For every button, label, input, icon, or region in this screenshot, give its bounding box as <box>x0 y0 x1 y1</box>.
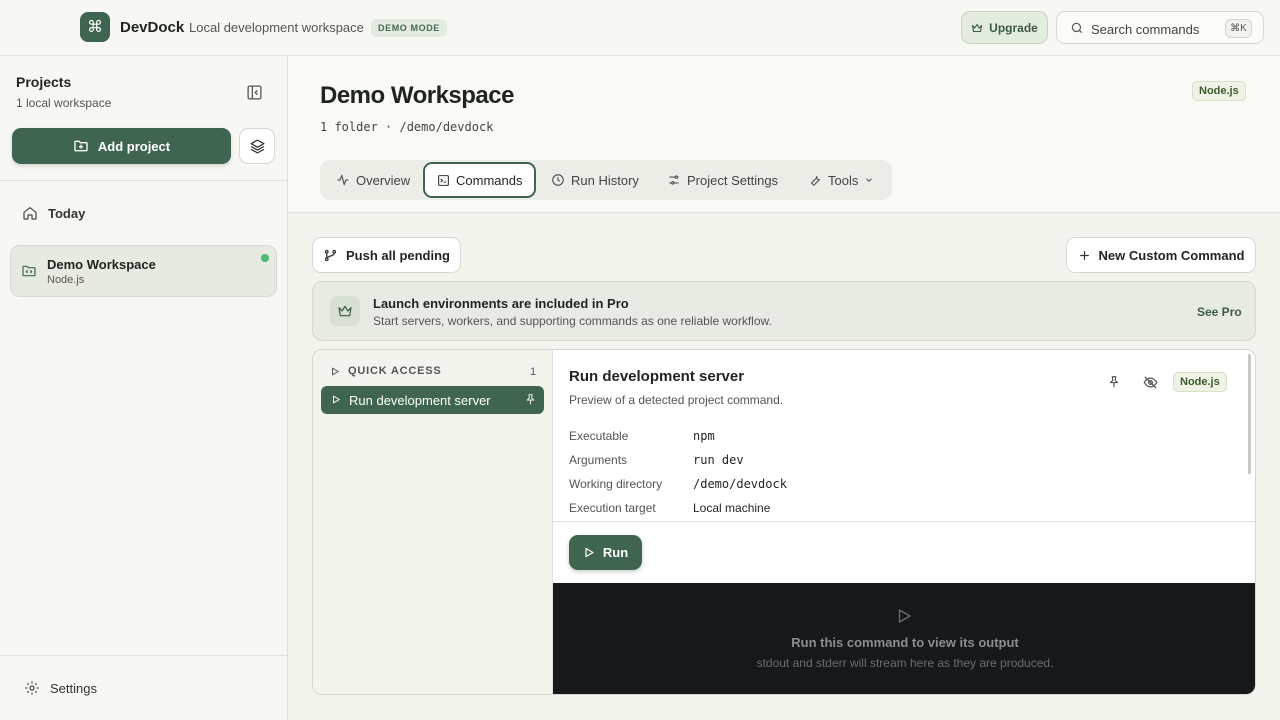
collapse-sidebar-icon[interactable] <box>246 84 263 101</box>
activity-icon <box>337 174 349 186</box>
run-label: Run <box>602 545 629 560</box>
tab-commands[interactable]: Commands <box>423 162 537 198</box>
quick-access-count: 1 <box>530 366 537 378</box>
folder-plus-icon <box>74 140 88 152</box>
quick-access-list: QUICK ACCESS 1 Run development server <box>313 350 553 694</box>
workspace-path: 1 folder · /demo/devdock <box>320 120 494 134</box>
tab-tools[interactable]: Tools <box>808 167 874 193</box>
tab-label: Run History <box>571 172 639 188</box>
see-pro-link[interactable]: See Pro <box>1197 305 1242 319</box>
push-all-pending-button[interactable]: Push all pending <box>312 237 461 273</box>
terminal-output: Run this command to view its output stdo… <box>553 583 1255 694</box>
play-icon <box>333 395 340 404</box>
terminal-empty-title: Run this command to view its output <box>791 635 1019 650</box>
settings-button[interactable]: Settings <box>24 680 97 696</box>
settings-label: Settings <box>50 680 97 696</box>
project-name: Demo Workspace <box>47 257 156 272</box>
promo-description: Start servers, workers, and supporting c… <box>373 314 772 328</box>
git-branch-icon <box>324 249 337 261</box>
plus-icon <box>1079 250 1089 260</box>
tab-project-settings[interactable]: Project Settings <box>667 167 778 193</box>
add-project-label: Add project <box>97 138 171 154</box>
wrench-icon <box>810 176 821 186</box>
search-icon <box>1071 22 1083 34</box>
field-label-executable: Executable <box>569 429 629 443</box>
app-subtitle: Local development workspace <box>189 20 364 35</box>
chevron-down-icon <box>866 178 873 182</box>
tab-label: Commands <box>456 172 523 188</box>
command-detail-description: Preview of a detected project command. <box>569 393 784 407</box>
tab-label: Tools <box>828 172 859 188</box>
app-logo-icon[interactable]: ⌘ <box>80 12 110 42</box>
tab-bar: Overview Commands Run History Project Se… <box>320 160 892 200</box>
eye-off-icon[interactable] <box>1143 375 1158 390</box>
commands-panel: QUICK ACCESS 1 Run development server Ru… <box>312 349 1256 695</box>
layers-icon <box>249 138 265 154</box>
sliders-icon <box>669 175 679 185</box>
tab-label: Project Settings <box>687 172 779 188</box>
detail-scrollbar[interactable] <box>1248 354 1251 474</box>
new-command-label: New Custom Command <box>1098 247 1245 263</box>
play-icon <box>585 547 594 558</box>
upgrade-button[interactable]: Upgrade <box>961 11 1048 44</box>
project-item-demo-workspace[interactable]: Demo Workspace Node.js <box>10 245 277 297</box>
pin-icon[interactable] <box>1107 375 1121 389</box>
home-icon <box>23 207 37 220</box>
terminal-empty-subtitle: stdout and stderr will stream here as th… <box>756 656 1054 670</box>
command-label: Run development server <box>349 393 491 408</box>
field-value-arguments: run dev <box>693 453 744 467</box>
tab-overview[interactable]: Overview <box>336 167 410 193</box>
play-icon <box>898 609 911 623</box>
command-detail-title: Run development server <box>569 368 745 385</box>
sidebar: Projects 1 local workspace Add project T… <box>0 56 288 720</box>
pin-icon[interactable] <box>524 393 537 406</box>
upgrade-label: Upgrade <box>989 20 1038 35</box>
search-placeholder: Search commands <box>1091 22 1200 37</box>
add-project-button[interactable]: Add project <box>12 128 231 164</box>
gear-icon <box>25 681 39 695</box>
crown-icon <box>972 23 983 32</box>
sidebar-item-today[interactable]: Today <box>22 205 85 221</box>
search-input[interactable]: Search commands ⌘K <box>1056 11 1264 44</box>
run-button[interactable]: Run <box>569 535 642 570</box>
folder-code-icon <box>22 265 36 277</box>
field-value-executable: npm <box>693 429 715 443</box>
today-label: Today <box>48 205 86 221</box>
tab-label: Overview <box>356 172 411 188</box>
field-value-execution-target: Local machine <box>693 501 771 515</box>
field-label-execution-target: Execution target <box>569 501 656 515</box>
project-status-dot <box>261 254 269 262</box>
quick-access-label: QUICK ACCESS <box>348 365 442 377</box>
workspace-header: Demo Workspace 1 folder · /demo/devdock … <box>288 56 1280 213</box>
demo-mode-badge: DEMO MODE <box>371 19 447 37</box>
command-runtime-badge: Node.js <box>1173 372 1227 392</box>
search-shortcut: ⌘K <box>1225 19 1252 38</box>
new-custom-command-button[interactable]: New Custom Command <box>1066 237 1256 273</box>
field-label-arguments: Arguments <box>569 453 628 467</box>
sidebar-divider <box>0 180 287 181</box>
push-label: Push all pending <box>345 247 450 263</box>
layers-button[interactable] <box>239 128 275 164</box>
sidebar-title: Projects <box>16 74 72 90</box>
project-runtime: Node.js <box>47 274 85 286</box>
crown-icon <box>330 296 360 326</box>
run-bar: Run <box>553 521 1255 583</box>
tab-run-history[interactable]: Run History <box>551 167 639 193</box>
list-item-run-development-server[interactable]: Run development server <box>321 386 544 414</box>
clock-icon <box>552 174 564 186</box>
sidebar-footer-divider <box>0 655 287 656</box>
app-name: DevDock <box>120 19 185 36</box>
runtime-badge: Node.js <box>1192 81 1246 101</box>
field-value-working-directory: /demo/devdock <box>693 477 787 491</box>
promo-title: Launch environments are included in Pro <box>373 296 629 311</box>
play-icon <box>332 367 339 375</box>
terminal-icon <box>438 174 449 186</box>
field-label-working-directory: Working directory <box>569 477 663 491</box>
pro-promo-banner: Launch environments are included in Pro … <box>312 281 1256 341</box>
page-title: Demo Workspace <box>320 82 514 109</box>
quick-access-heading: QUICK ACCESS <box>330 365 442 377</box>
sidebar-subtitle: 1 local workspace <box>16 96 112 110</box>
top-bar: ⌘ DevDock Local development workspace DE… <box>0 0 1280 56</box>
